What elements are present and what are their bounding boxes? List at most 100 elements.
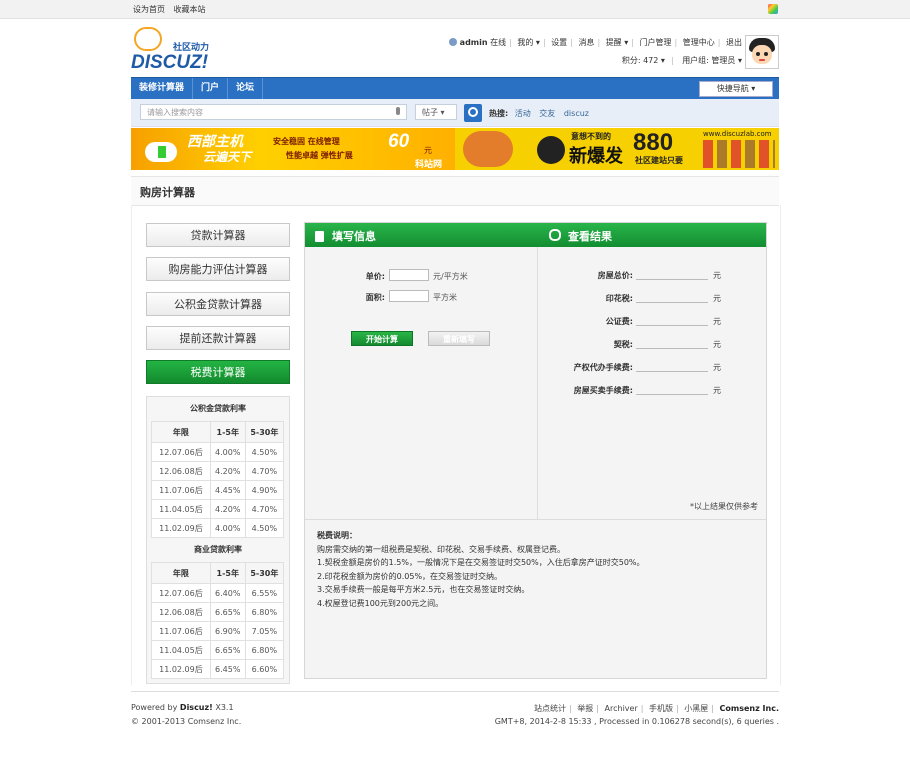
admin-center-link[interactable]: 管理中心 — [683, 38, 715, 47]
powered-version: X3.1 — [215, 703, 234, 712]
logout-link[interactable]: 退出 — [726, 38, 742, 47]
usergroup-menu[interactable]: 用户组: 管理员 — [682, 56, 735, 65]
ad-banner-discuzlab[interactable]: 意想不到的 新爆发 880 社区建站只要 www.discuzlab.com — [455, 128, 779, 170]
table-row: 11.07.06后 6.90% 7.05% — [151, 621, 285, 641]
settings-link[interactable]: 设置 — [551, 38, 567, 47]
area-input[interactable] — [389, 290, 429, 302]
quick-nav-button[interactable]: 快捷导航 ▾ — [699, 81, 773, 97]
table-cell: 11.02.09后 — [151, 659, 211, 679]
table-row: 11.04.05后 4.20% 4.70% — [151, 499, 285, 519]
username-link[interactable]: admin — [460, 38, 488, 47]
result-label: 契税: — [613, 340, 633, 349]
row-divider — [305, 519, 766, 520]
area-label: 面积: — [365, 293, 385, 302]
table-cell: 4.90% — [244, 480, 285, 500]
microphone-icon[interactable] — [396, 107, 400, 115]
table-cell: 12.06.08后 — [151, 602, 211, 622]
portal-admin-link[interactable]: 门户管理 — [640, 38, 672, 47]
result-value — [636, 302, 708, 303]
result-unit: 元 — [713, 386, 721, 395]
ad-number: 880 — [633, 129, 674, 156]
search-scope-select[interactable]: 帖子 ▾ — [415, 104, 457, 120]
upload-arrow-icon — [158, 146, 166, 158]
search-input[interactable]: 请输入搜索内容 — [140, 104, 407, 120]
page-header: 购房计算器 — [131, 176, 779, 206]
panel-header: 填写信息 查看结果 — [305, 223, 766, 247]
monkey-mascot-icon — [463, 131, 513, 167]
table-cell: 4.20% — [209, 461, 246, 481]
table-row: 12.07.06后 6.40% 6.55% — [151, 583, 285, 603]
table-header: 5-30年 — [244, 421, 285, 443]
notifications-link[interactable]: 提醒 — [606, 38, 622, 47]
hot-searches: 热搜: 活动 交友 discuz — [489, 108, 595, 119]
ad-slogan: 性能卓越 弹性扩展 — [286, 151, 353, 160]
online-status[interactable]: 在线 — [490, 38, 506, 47]
nav-item-calculator[interactable]: 装修计算器 — [131, 78, 194, 99]
result-unit: 元 — [713, 271, 721, 280]
stats-link[interactable]: 站点统计 — [534, 704, 566, 713]
table-cell: 11.04.05后 — [151, 640, 211, 660]
quick-nav-label: 快捷导航 — [716, 84, 749, 93]
tax-line: 4.权屋登记费100元到200元之间。 — [317, 598, 444, 608]
hot-item[interactable]: 活动 — [515, 109, 531, 118]
unit-price-label: 单价: — [365, 272, 385, 281]
magnifier-icon — [549, 229, 561, 241]
result-title: 查看结果 — [549, 228, 612, 244]
table-cell: 4.00% — [209, 518, 246, 538]
result-value — [636, 325, 708, 326]
table-cell: 4.45% — [209, 480, 246, 500]
calculate-button[interactable]: 开始计算 — [351, 331, 413, 346]
fund-rate-caption: 公积金贷款利率 — [190, 404, 246, 413]
nav-item-portal[interactable]: 门户 — [193, 78, 229, 99]
avatar[interactable] — [745, 35, 779, 69]
unit-price-input[interactable] — [389, 269, 429, 281]
my-menu[interactable]: 我的 — [517, 38, 533, 47]
messages-link[interactable]: 消息 — [578, 38, 594, 47]
table-row: 11.02.09后 6.45% 6.60% — [151, 659, 285, 679]
report-link[interactable]: 举报 — [577, 704, 593, 713]
nav-item-forum[interactable]: 论坛 — [228, 78, 264, 99]
site-logo[interactable]: 社区动力 DISCUZ! — [131, 25, 231, 73]
ad-banner-hosting[interactable]: 西部主机 云遍天下 安全稳固 在线管理 性能卓越 弹性扩展 60 元 科站网 — [131, 128, 455, 170]
company-link[interactable]: Comsenz Inc. — [720, 704, 779, 713]
table-cell: 6.40% — [209, 583, 246, 603]
mobile-link[interactable]: 手机版 — [649, 704, 673, 713]
result-title-text: 查看结果 — [568, 230, 612, 243]
blacklist-link[interactable]: 小黑屋 — [684, 704, 708, 713]
page-title: 购房计算器 — [140, 186, 195, 199]
menu-affordability-calculator[interactable]: 购房能力评估计算器 — [146, 257, 290, 281]
menu-prepayment-calculator[interactable]: 提前还款计算器 — [146, 326, 290, 350]
points-menu[interactable]: 积分: 472 — [622, 56, 659, 65]
footer-stats: GMT+8, 2014-2-8 15:33 , Processed in 0.1… — [494, 717, 779, 726]
hot-item[interactable]: 交友 — [539, 109, 555, 118]
tax-line: 2.印花税金额为房价的0.05%，在交易签证时交纳。 — [317, 571, 503, 581]
set-home-link[interactable]: 设为首页 — [133, 5, 165, 14]
logo-name: DISCUZ! — [131, 52, 209, 73]
user-stats: 积分: 472 ▾ | 用户组: 管理员 ▾ — [621, 56, 742, 65]
ad-slogan: 安全稳固 在线管理 — [273, 137, 340, 146]
copyright: © 2001-2013 Comsenz Inc. — [131, 717, 242, 726]
table-cell: 6.60% — [244, 659, 285, 679]
fund-rate-table: 年限 1-5年 5-30年 12.07.06后 4.00% 4.50% 12.06.… — [151, 421, 285, 538]
search-button[interactable] — [464, 104, 482, 122]
result-value — [636, 348, 708, 349]
ad-url: www.discuzlab.com — [703, 130, 772, 138]
top-links: 设为首页 收藏本站 — [133, 4, 212, 15]
ad-line: 社区建站只要 — [635, 156, 683, 165]
unit-price-unit: 元/平方米 — [433, 272, 468, 281]
content-area: 贷款计算器 购房能力评估计算器 公积金贷款计算器 提前还款计算器 税费计算器 公… — [131, 205, 781, 685]
bookmark-link[interactable]: 收藏本站 — [174, 5, 206, 14]
tax-line: 1.契税金额是房价的1.5%，一般情况下是在交易签证时交50%，入住后拿房产证时… — [317, 558, 645, 568]
menu-fund-loan-calculator[interactable]: 公积金贷款计算器 — [146, 292, 290, 316]
reset-button[interactable]: 重新填写 — [428, 331, 490, 346]
column-divider — [537, 247, 538, 519]
archiver-link[interactable]: Archiver — [605, 704, 638, 713]
powered-brand-link[interactable]: Discuz! — [180, 703, 213, 712]
menu-tax-calculator[interactable]: 税费计算器 — [146, 360, 290, 384]
style-switch-icon[interactable] — [768, 4, 778, 14]
table-cell: 7.05% — [244, 621, 285, 641]
hot-item[interactable]: discuz — [564, 109, 589, 118]
menu-loan-calculator[interactable]: 贷款计算器 — [146, 223, 290, 247]
main-nav: 装修计算器 门户 论坛 快捷导航 ▾ — [131, 77, 779, 99]
logo-bubble-icon — [134, 27, 162, 51]
